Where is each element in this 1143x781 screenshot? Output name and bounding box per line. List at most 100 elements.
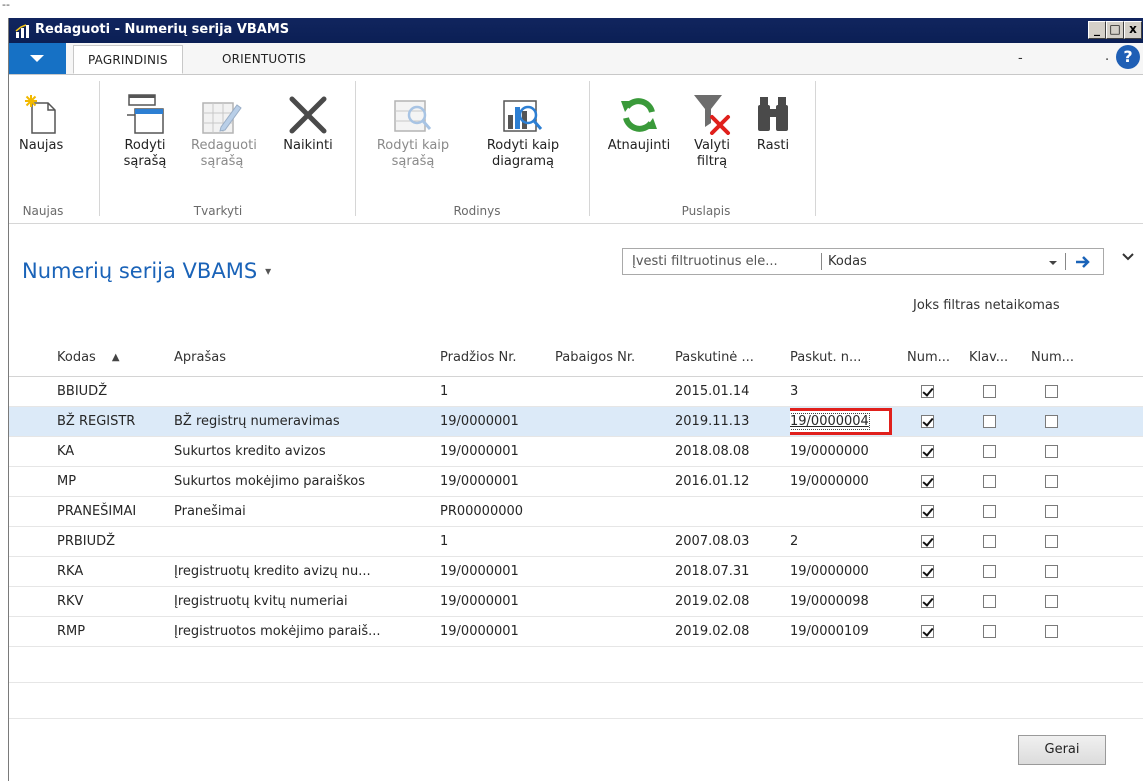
refresh-button[interactable]: Atnaujinti bbox=[603, 77, 675, 154]
show-list-button[interactable]: Rodyti sąrašą bbox=[117, 77, 173, 170]
cell-pradzios[interactable]: 1 bbox=[440, 376, 555, 407]
dropdown-arrow-icon[interactable] bbox=[1048, 255, 1058, 271]
minimize-button[interactable]: _ bbox=[1088, 21, 1106, 39]
cell-pabaigos[interactable] bbox=[555, 436, 675, 467]
cell-aprasas[interactable]: BŽ registrų numeravimas bbox=[174, 406, 440, 437]
table-row[interactable]: PRANEŠIMAI Pranešimai PR00000000 bbox=[9, 496, 1143, 527]
cell-aprasas[interactable] bbox=[174, 376, 440, 407]
checkbox[interactable] bbox=[1045, 415, 1058, 428]
page-title[interactable]: Numerių serija VBAMS ▾ bbox=[22, 259, 271, 283]
delete-button[interactable]: Naikinti bbox=[279, 77, 337, 154]
column-header-num1[interactable]: Num... bbox=[907, 338, 969, 377]
cell-paskutine[interactable] bbox=[675, 496, 790, 527]
cell-pabaigos[interactable] bbox=[555, 376, 675, 407]
cell-pabaigos[interactable] bbox=[555, 406, 675, 437]
cell-pradzios[interactable]: 19/0000001 bbox=[440, 556, 555, 587]
cell-paskut-n[interactable]: 19/0000098 bbox=[790, 586, 907, 617]
cell-paskut-n[interactable]: 19/0000000 bbox=[790, 436, 907, 467]
cell-kodas[interactable]: RKV bbox=[9, 586, 174, 617]
tab-pagrindinis[interactable]: PAGRINDINIS bbox=[73, 45, 183, 74]
checkbox[interactable] bbox=[921, 565, 934, 578]
cell-paskut-n[interactable]: 3 bbox=[790, 376, 907, 407]
edit-list-button[interactable]: Redaguoti sąrašą bbox=[191, 77, 257, 170]
column-header-klav[interactable]: Klav... bbox=[969, 338, 1031, 377]
tab-orientuotis[interactable]: ORIENTUOTIS bbox=[208, 45, 320, 74]
table-row[interactable]: MP Sukurtos mokėjimo paraiškos 19/0000001 2… bbox=[9, 466, 1143, 497]
column-header-paskut-n[interactable]: Paskut. n... bbox=[790, 338, 907, 377]
cell-paskutine[interactable]: 2018.08.08 bbox=[675, 436, 790, 467]
cell-paskutine[interactable]: 2007.08.03 bbox=[675, 526, 790, 557]
checkbox[interactable] bbox=[1045, 535, 1058, 548]
title-bar[interactable]: Redaguoti - Numerių serija VBAMS _ □ x bbox=[9, 18, 1143, 43]
column-header-aprasas[interactable]: Aprašas bbox=[174, 338, 440, 377]
filter-input[interactable]: Įvesti filtruotinus ele... bbox=[632, 254, 778, 269]
cell-paskutine[interactable]: 2015.01.14 bbox=[675, 376, 790, 407]
cell-kodas[interactable]: PRANEŠIMAI bbox=[9, 496, 174, 527]
checkbox[interactable] bbox=[921, 415, 934, 428]
checkbox[interactable] bbox=[921, 445, 934, 458]
cell-pabaigos[interactable] bbox=[555, 496, 675, 527]
table-row[interactable]: RKV Įregistruotų kvitų numeriai 19/0000001… bbox=[9, 586, 1143, 617]
cell-pabaigos[interactable] bbox=[555, 526, 675, 557]
table-row[interactable]: RKA Įregistruotų kredito avizų nu... 19/00… bbox=[9, 556, 1143, 587]
checkbox[interactable] bbox=[921, 385, 934, 398]
cell-pabaigos[interactable] bbox=[555, 556, 675, 587]
cell-kodas[interactable]: PRBIUDŽ bbox=[9, 526, 174, 557]
checkbox[interactable] bbox=[983, 595, 996, 608]
checkbox[interactable] bbox=[1045, 625, 1058, 638]
cell-kodas[interactable]: RKA bbox=[9, 556, 174, 587]
cell-pabaigos[interactable] bbox=[555, 586, 675, 617]
column-header-paskutine[interactable]: Paskutinė ... bbox=[675, 338, 790, 377]
table-row[interactable]: BŽ REGISTR BŽ registrų numeravimas 19/0000… bbox=[9, 406, 1143, 437]
cell-pradzios[interactable]: 19/0000001 bbox=[440, 466, 555, 497]
new-button[interactable]: Naujas bbox=[19, 77, 63, 154]
view-as-chart-button[interactable]: Rodyti kaip diagramą bbox=[473, 77, 573, 170]
cell-paskut-n[interactable]: 19/0000000 bbox=[790, 466, 907, 497]
cell-aprasas[interactable]: Įregistruotų kvitų numeriai bbox=[174, 586, 440, 617]
cell-kodas[interactable]: BŽ REGISTR bbox=[9, 406, 174, 437]
cell-pabaigos[interactable] bbox=[555, 466, 675, 497]
cell-pradzios[interactable]: 19/0000001 bbox=[440, 436, 555, 467]
ok-button[interactable]: Gerai bbox=[1018, 735, 1106, 765]
checkbox[interactable] bbox=[983, 535, 996, 548]
table-row[interactable]: PRBIUDŽ 1 2007.08.03 2 bbox=[9, 526, 1143, 557]
cell-paskut-n[interactable]: 19/0000000 bbox=[790, 556, 907, 587]
arrow-right-icon[interactable] bbox=[1075, 252, 1091, 272]
checkbox[interactable] bbox=[983, 415, 996, 428]
checkbox[interactable] bbox=[983, 565, 996, 578]
cell-pabaigos[interactable] bbox=[555, 616, 675, 647]
checkbox[interactable] bbox=[1045, 385, 1058, 398]
cell-aprasas[interactable] bbox=[174, 526, 440, 557]
checkbox[interactable] bbox=[921, 535, 934, 548]
cell-paskutine[interactable]: 2019.11.13 bbox=[675, 406, 790, 437]
cell-aprasas[interactable]: Pranešimai bbox=[174, 496, 440, 527]
table-row[interactable]: KA Sukurtos kredito avizos 19/0000001 2018.… bbox=[9, 436, 1143, 467]
find-button[interactable]: Rasti bbox=[751, 77, 795, 154]
cell-kodas[interactable]: KA bbox=[9, 436, 174, 467]
close-button[interactable]: x bbox=[1124, 21, 1142, 39]
checkbox[interactable] bbox=[983, 505, 996, 518]
cell-paskut-n[interactable]: 19/0000004 bbox=[790, 406, 907, 437]
view-as-list-button[interactable]: Rodyti kaip sąrašą bbox=[369, 77, 457, 170]
cell-paskutine[interactable]: 2019.02.08 bbox=[675, 586, 790, 617]
checkbox[interactable] bbox=[983, 385, 996, 398]
highlighted-cell[interactable]: 19/0000004 bbox=[790, 408, 892, 435]
checkbox[interactable] bbox=[983, 475, 996, 488]
checkbox[interactable] bbox=[921, 505, 934, 518]
checkbox[interactable] bbox=[983, 445, 996, 458]
cell-pradzios[interactable]: PR00000000 bbox=[440, 496, 555, 527]
checkbox[interactable] bbox=[1045, 445, 1058, 458]
collapse-chevron-icon[interactable] bbox=[1121, 252, 1135, 262]
cell-pradzios[interactable]: 19/0000001 bbox=[440, 586, 555, 617]
table-row[interactable]: BBIUDŽ 1 2015.01.14 3 bbox=[9, 376, 1143, 407]
checkbox[interactable] bbox=[921, 625, 934, 638]
column-header-kodas[interactable]: Kodas ▲ bbox=[9, 338, 174, 377]
checkbox[interactable] bbox=[1045, 565, 1058, 578]
column-header-num2[interactable]: Num... bbox=[1031, 338, 1143, 377]
checkbox[interactable] bbox=[921, 595, 934, 608]
maximize-button[interactable]: □ bbox=[1106, 21, 1124, 39]
cell-paskut-n[interactable] bbox=[790, 496, 907, 527]
checkbox[interactable] bbox=[921, 475, 934, 488]
cell-kodas[interactable]: MP bbox=[9, 466, 174, 497]
checkbox[interactable] bbox=[1045, 505, 1058, 518]
